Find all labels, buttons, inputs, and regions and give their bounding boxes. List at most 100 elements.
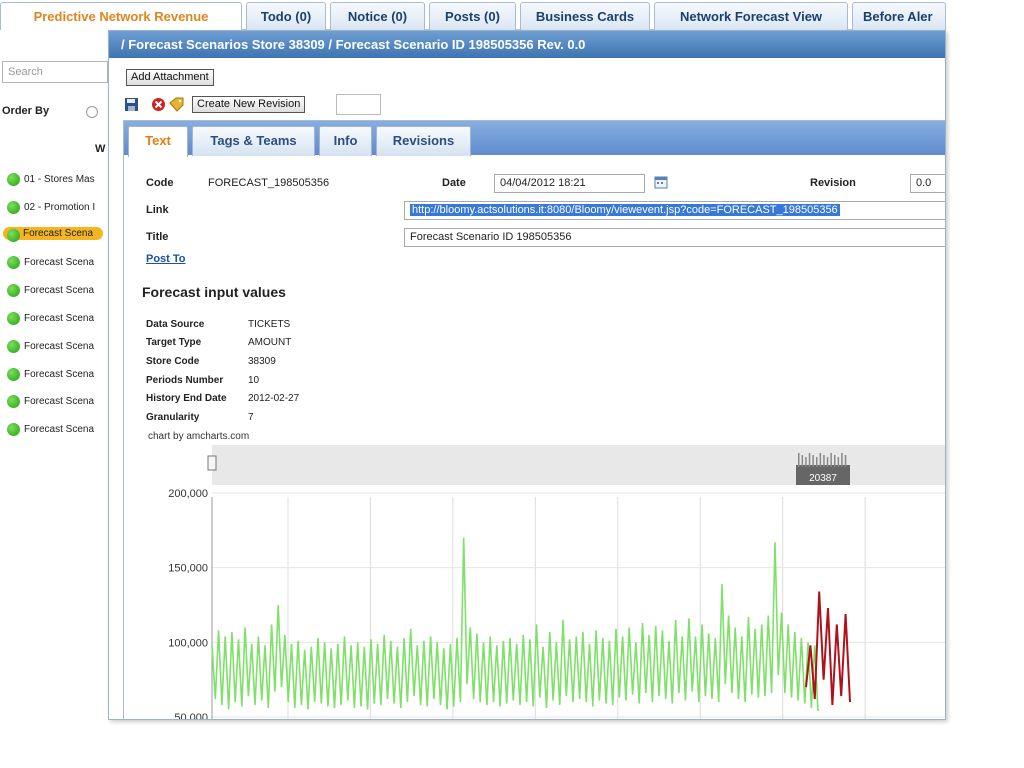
forecast-chart: 20387 200,000 150,000 100,000 50,000 [168,445,945,720]
input-row: Granularity 7 [146,412,254,423]
date-field[interactable]: 04/04/2012 18:21 [494,174,645,193]
chart-scroll-mini-bar [798,453,800,467]
input-key: Target Type [146,337,202,348]
content-panel: Text Tags & Teams Info Revisions Code FO… [123,120,945,720]
revision-field[interactable]: 0.0 [910,174,945,193]
tree-item[interactable]: Forecast Scena [3,390,110,418]
chart-scroll-mini-bar [805,457,807,467]
input-value: 2012-02-27 [248,393,300,404]
chart-y-tick-label: 150,000 [168,563,208,575]
input-row: Data Source TICKETS [146,319,290,330]
search-input[interactable]: Search [2,61,108,83]
status-green-icon [7,173,20,186]
input-key: Store Code [146,356,200,367]
tree-item-label: Forecast Scena [24,285,95,297]
tree-item[interactable]: Forecast Scena [3,251,110,279]
title-field[interactable]: Forecast Scenario ID 198505356 [404,228,945,247]
link-field-selected-text: http://bloomy.actsolutions.it:8080/Bloom… [410,204,840,216]
tab-business-cards[interactable]: Business Cards [520,2,650,30]
post-to-link[interactable]: Post To [146,253,186,265]
section-title: Forecast input values [142,284,286,300]
input-key: Granularity [146,412,200,423]
tab-todo[interactable]: Todo (0) [246,2,326,30]
tree-item[interactable]: Forecast Scena [3,307,110,335]
input-value: 10 [248,375,260,386]
tree-item-label: Forecast Scena [24,340,95,352]
tree-item-label: Forecast Scena [24,424,95,436]
scenario-tree: 01 - Stores Mas 02 - Promotion I Forecas… [3,168,110,446]
tree-item[interactable]: 02 - Promotion I [3,196,110,224]
tab-before-alert[interactable]: Before Aler [852,2,946,30]
code-value: FORECAST_198505356 [208,177,330,189]
chart-y-tick-label: 200,000 [168,488,208,500]
input-value: 7 [248,412,254,423]
chart-y-tick-label: 50,000 [174,712,208,720]
chart-scroll-mini-bar [816,457,818,467]
input-row: Store Code 38309 [146,356,276,367]
add-attachment-button[interactable]: Add Attachment [126,69,214,86]
status-green-icon [7,200,20,214]
tab-notice[interactable]: Notice (0) [330,2,425,30]
chart-scroll-mini-bar [819,453,822,467]
tree-item-label: Forecast Scena [24,312,95,324]
status-green-icon [7,339,20,353]
date-label: Date [442,177,466,189]
input-row: Target Type AMOUNT [146,337,291,348]
tab-revisions[interactable]: Revisions [376,126,471,156]
chart-y-tick-label: 100,000 [168,637,208,649]
top-tab-bar: Predictive Network Revenue Todo (0) Noti… [0,0,946,31]
calendar-icon[interactable] [654,175,668,189]
tab-posts[interactable]: Posts (0) [429,2,516,30]
chart-scroll-mini-bar [823,455,825,467]
tab-info[interactable]: Info [319,126,372,156]
chart-scroll-label: 20387 [809,473,837,484]
chart-scroll-mini-bar [841,453,843,467]
status-green-icon [7,256,20,270]
input-key: Data Source [146,319,205,330]
input-value: 38309 [248,356,276,367]
forecast-scenario-dialog: / Forecast Scenarios Store 38309 / Forec… [108,30,946,720]
status-green-icon [7,423,20,437]
chart-scroll-mini-bar [834,455,836,467]
tree-item-label: Forecast Scena [24,257,95,269]
chart-scroll-mini-bar [801,455,804,467]
left-panel: Search Order By W 01 - Stores Mas 02 - P… [0,30,110,768]
chart-scroll-mini-bar [844,455,847,467]
chart-scroll-mini-bar [808,453,811,467]
input-value: TICKETS [248,319,291,330]
tree-item[interactable]: Forecast Scena [3,363,110,391]
tab-tags-teams[interactable]: Tags & Teams [192,126,315,156]
column-header-w: W [95,143,106,155]
input-key: History End Date [146,393,227,404]
tree-item[interactable]: Forecast Scena [3,335,110,363]
tab-network-forecast-view[interactable]: Network Forecast View [654,2,848,30]
revision-input[interactable] [336,94,381,115]
order-by-label: Order By [2,105,50,117]
tag-icon[interactable] [169,97,184,112]
chart-scroll-mini-bar [837,457,840,467]
tree-item[interactable]: Forecast Scena [3,279,110,307]
tree-item[interactable]: 01 - Stores Mas [3,168,110,196]
input-row: Periods Number 10 [146,375,259,386]
tab-text[interactable]: Text [128,126,188,157]
tree-item-selected[interactable]: Forecast Scena [3,224,110,252]
tree-item-label: 02 - Promotion I [24,201,96,213]
title-label: Title [146,231,169,243]
create-new-revision-button[interactable]: Create New Revision [192,96,306,113]
tree-item-label: Forecast Scena [24,368,95,380]
tab-predictive-network-revenue[interactable]: Predictive Network Revenue [0,2,242,31]
status-green-icon [7,367,20,381]
tab-strip: Text Tags & Teams Info Revisions [124,121,945,157]
input-value: AMOUNT [248,337,292,348]
order-by-radio[interactable] [86,106,98,118]
chart-scroll-handle-left[interactable] [207,455,217,471]
input-key: Periods Number [146,375,224,386]
dialog-title: / Forecast Scenarios Store 38309 / Forec… [109,31,945,58]
link-field[interactable]: http://bloomy.actsolutions.it:8080/Bloom… [404,201,945,220]
status-green-icon [7,395,20,409]
delete-icon[interactable] [151,97,166,112]
tree-item[interactable]: Forecast Scena [3,418,110,446]
save-icon[interactable] [124,97,139,112]
chart-scroll-mini-bar [826,457,829,467]
chart-series-history-line [211,537,819,712]
